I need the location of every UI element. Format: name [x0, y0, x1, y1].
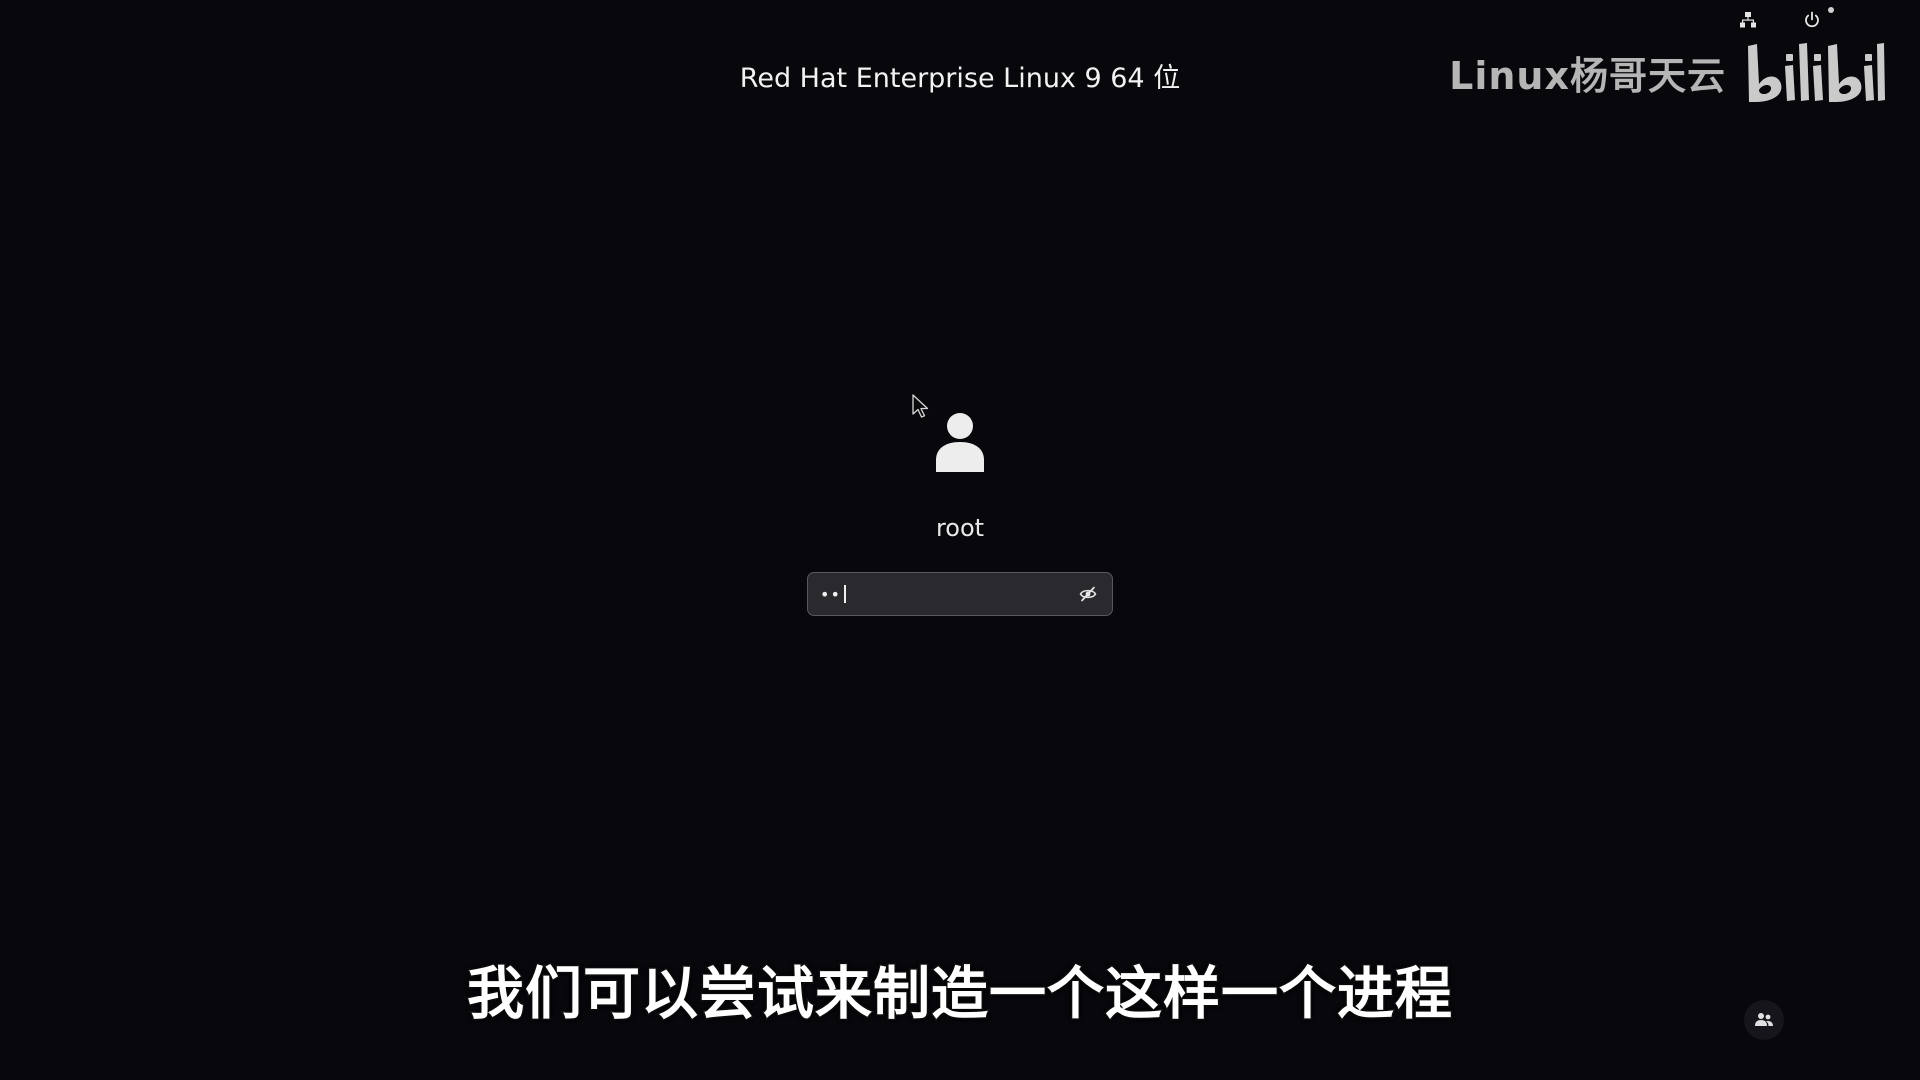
status-dot	[1828, 7, 1834, 13]
bilibili-logo	[1748, 43, 1885, 102]
eye-slash-icon[interactable]	[1076, 582, 1100, 606]
power-icon[interactable]	[1800, 7, 1834, 32]
network-icon[interactable]	[1736, 8, 1760, 32]
user-switch-icon[interactable]	[1744, 1000, 1784, 1040]
system-tray	[1736, 7, 1834, 32]
password-field[interactable]: ••	[807, 572, 1113, 616]
channel-name: Linux杨哥天云	[1449, 53, 1726, 98]
username-label: root	[935, 514, 985, 542]
user-avatar-icon[interactable]	[928, 410, 992, 474]
text-caret	[843, 585, 846, 603]
login-panel: root ••	[0, 410, 1920, 616]
channel-watermark: Linux杨哥天云	[1449, 40, 1886, 104]
video-subtitle: 我们可以尝试来制造一个这样一个进程	[466, 960, 1454, 1029]
password-masked-value: ••	[820, 584, 841, 604]
login-screen: Red Hat Enterprise Linux 9 64 位 Linux杨哥天…	[0, 0, 1920, 1080]
